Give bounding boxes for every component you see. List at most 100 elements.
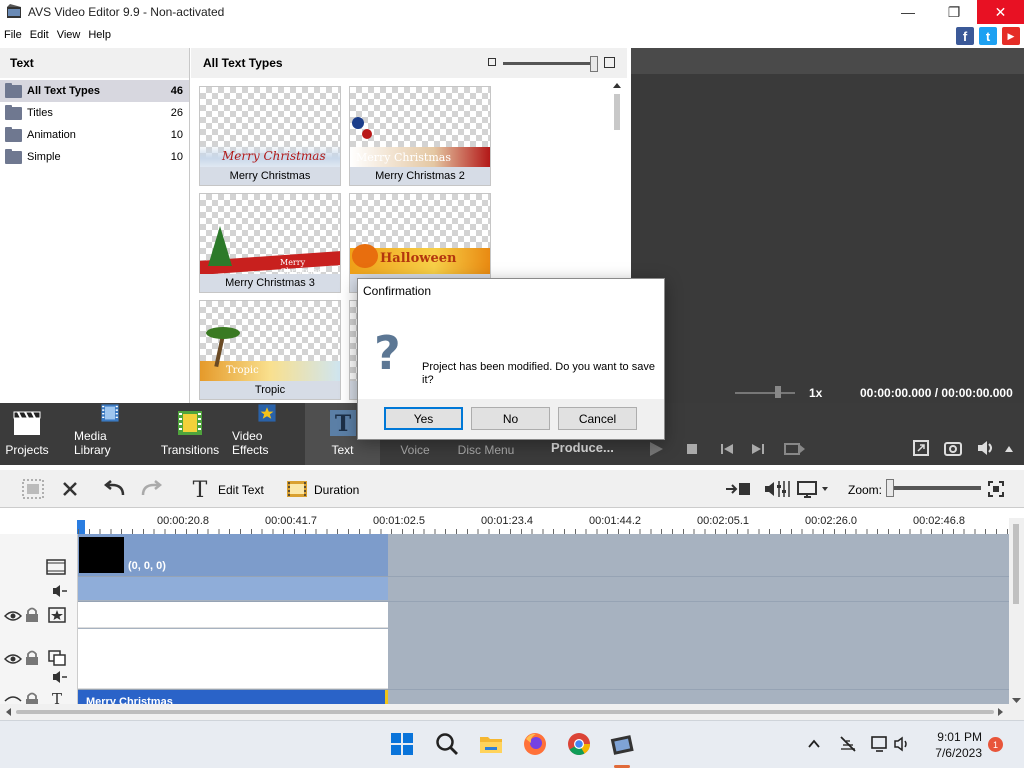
timeline-tracks[interactable]: (0, 0, 0) Merry Christmas bbox=[78, 534, 1009, 704]
small-thumb-icon[interactable] bbox=[488, 58, 496, 66]
gallery-item-merry-christmas-2[interactable]: Merry Christmas Merry Christmas 2 bbox=[349, 86, 491, 186]
audio-mixer-icon[interactable] bbox=[764, 479, 790, 499]
tool-label: Disc Menu bbox=[457, 443, 515, 457]
stop-icon[interactable] bbox=[686, 443, 698, 455]
duration-button[interactable]: Duration bbox=[314, 483, 359, 497]
volume-dropdown-icon[interactable] bbox=[1004, 445, 1014, 453]
menu-help[interactable]: Help bbox=[84, 29, 115, 41]
menu-view[interactable]: View bbox=[53, 29, 85, 41]
delete-icon[interactable] bbox=[61, 480, 79, 498]
category-titles[interactable]: Titles 26 bbox=[0, 102, 189, 124]
category-all-text-types[interactable]: All Text Types 46 bbox=[0, 80, 189, 102]
restore-button[interactable]: ❐ bbox=[931, 0, 977, 24]
chrome-icon[interactable] bbox=[566, 731, 592, 757]
dialog-title: Confirmation bbox=[358, 279, 664, 304]
undo-icon[interactable] bbox=[103, 480, 127, 498]
speaker-icon[interactable] bbox=[893, 735, 911, 753]
clip-label: (0, 0, 0) bbox=[128, 560, 166, 572]
tool-label: Text bbox=[331, 443, 354, 457]
show-hidden-icons-icon[interactable] bbox=[807, 738, 821, 750]
category-label: All Text Types bbox=[27, 85, 100, 97]
gallery-item-tropic[interactable]: Tropic Tropic bbox=[199, 300, 341, 400]
split-screen-icon[interactable] bbox=[784, 442, 806, 456]
eye-icon[interactable] bbox=[4, 695, 22, 704]
timeline-zoom-handle[interactable] bbox=[886, 479, 894, 497]
text-clip[interactable]: Merry Christmas bbox=[78, 690, 388, 704]
start-icon[interactable] bbox=[389, 731, 415, 757]
network-icon[interactable] bbox=[839, 735, 857, 753]
ruler-tick: 00:02:46.8 bbox=[913, 515, 965, 527]
redo-icon[interactable] bbox=[139, 480, 163, 498]
yes-button[interactable]: Yes bbox=[384, 407, 463, 430]
duration-icon[interactable] bbox=[286, 479, 308, 499]
firefox-icon[interactable] bbox=[522, 731, 548, 757]
category-label: Titles bbox=[27, 107, 53, 119]
lock-icon[interactable] bbox=[25, 692, 39, 704]
thumb-size-slider-handle[interactable] bbox=[590, 56, 598, 72]
split-clip-icon[interactable] bbox=[725, 481, 751, 497]
youtube-icon[interactable]: ▶ bbox=[1002, 27, 1020, 45]
snapshot-icon[interactable] bbox=[944, 440, 962, 456]
video-clip[interactable]: (0, 0, 0) bbox=[78, 534, 388, 576]
display-icon[interactable] bbox=[871, 735, 889, 753]
speed-slider[interactable] bbox=[735, 392, 795, 394]
fit-timeline-icon[interactable] bbox=[988, 481, 1004, 497]
ruler-tick: 00:01:23.4 bbox=[481, 515, 533, 527]
file-explorer-icon[interactable] bbox=[478, 731, 504, 757]
gallery-item-merry-christmas-3[interactable]: Merry Christmas Merry Christmas 3 bbox=[199, 193, 341, 293]
play-icon[interactable] bbox=[648, 441, 664, 457]
track-headers: T bbox=[0, 534, 78, 704]
edit-text-button[interactable]: Edit Text bbox=[218, 483, 264, 497]
title-bar: AVS Video Editor 9.9 - Non-activated — ❐… bbox=[0, 0, 1024, 24]
overlay-track[interactable] bbox=[78, 629, 388, 689]
system-clock[interactable]: 9:01 PM 7/6/2023 bbox=[920, 729, 982, 761]
tool-media-library[interactable]: Media Library bbox=[74, 403, 146, 465]
tool-video-effects[interactable]: Video Effects bbox=[232, 403, 302, 465]
thumb-size-slider[interactable] bbox=[503, 62, 597, 65]
audio-clip[interactable] bbox=[78, 576, 388, 600]
timeline-vertical-scrollbar[interactable] bbox=[1009, 518, 1024, 704]
gallery-item-merry-christmas[interactable]: Merry Christmas Merry Christmas bbox=[199, 86, 341, 186]
no-button[interactable]: No bbox=[471, 407, 550, 430]
fullscreen-icon[interactable] bbox=[913, 440, 929, 456]
cancel-button[interactable]: Cancel bbox=[558, 407, 637, 430]
scroll-left-icon[interactable] bbox=[4, 707, 12, 717]
timeline-horizontal-scrollbar[interactable] bbox=[0, 704, 1024, 720]
category-simple[interactable]: Simple 10 bbox=[0, 146, 189, 168]
overlay-track-icon bbox=[48, 650, 66, 666]
menu-edit[interactable]: Edit bbox=[26, 29, 53, 41]
storyboard-icon[interactable] bbox=[22, 479, 44, 499]
tool-projects[interactable]: Projects bbox=[0, 403, 54, 465]
speed-slider-handle[interactable] bbox=[775, 386, 781, 398]
zoom-label: Zoom: bbox=[848, 483, 883, 497]
next-frame-icon[interactable] bbox=[751, 442, 765, 456]
avs-video-editor-taskbar-icon[interactable] bbox=[609, 731, 635, 757]
svg-text:T: T bbox=[193, 478, 208, 500]
previous-frame-icon[interactable] bbox=[720, 442, 734, 456]
volume-icon[interactable] bbox=[976, 440, 996, 456]
twitter-icon[interactable]: t bbox=[979, 27, 997, 45]
eye-icon[interactable] bbox=[4, 610, 22, 622]
timeline-ruler[interactable]: 00:00:20.8 00:00:41.7 00:01:02.5 00:01:2… bbox=[0, 508, 1024, 534]
category-animation[interactable]: Animation 10 bbox=[0, 124, 189, 146]
aspect-ratio-icon[interactable] bbox=[797, 480, 831, 498]
menu-file[interactable]: File bbox=[0, 29, 26, 41]
timeline-zoom-slider[interactable] bbox=[886, 486, 981, 490]
notification-badge[interactable]: 1 bbox=[988, 737, 1003, 752]
scroll-right-icon[interactable] bbox=[997, 707, 1005, 717]
lock-icon[interactable] bbox=[25, 607, 39, 623]
facebook-icon[interactable]: f bbox=[956, 27, 974, 45]
search-icon[interactable] bbox=[434, 731, 460, 757]
panel-title: Text bbox=[0, 48, 189, 78]
effects-track[interactable] bbox=[78, 601, 388, 628]
lock-icon[interactable] bbox=[25, 650, 39, 666]
minimize-button[interactable]: — bbox=[885, 0, 931, 24]
close-button[interactable]: ✕ bbox=[977, 0, 1024, 24]
large-thumb-icon[interactable] bbox=[604, 57, 615, 68]
category-label: Animation bbox=[27, 129, 76, 141]
edit-text-icon[interactable]: T bbox=[189, 478, 211, 500]
category-count: 26 bbox=[170, 107, 183, 119]
eye-icon[interactable] bbox=[4, 653, 22, 665]
produce-button[interactable]: Produce... bbox=[551, 440, 614, 455]
tool-transitions[interactable]: Transitions bbox=[160, 403, 220, 465]
